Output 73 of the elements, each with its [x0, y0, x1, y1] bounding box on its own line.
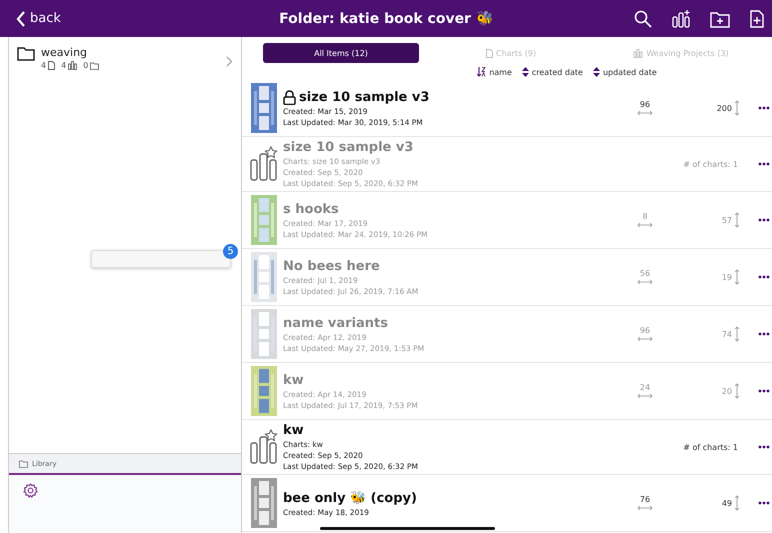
width-icon: [637, 222, 653, 228]
width-value: 96: [640, 100, 650, 109]
chart-icon: [486, 48, 493, 58]
folder-icon: [17, 46, 35, 61]
height-icon: [734, 326, 740, 342]
height-icon: [734, 495, 740, 511]
item-name: size 10 sample v3: [283, 140, 414, 155]
item-name: No bees here: [283, 258, 380, 274]
sort-button[interactable]: created date: [522, 67, 583, 77]
item-count: 4: [61, 61, 66, 70]
width-icon: [637, 505, 653, 511]
height-icon: [734, 269, 740, 285]
chart-count: # of charts: 1: [683, 442, 738, 452]
width-value: 56: [640, 269, 650, 278]
height-value: 19: [722, 272, 732, 282]
new-folder-icon[interactable]: [710, 10, 730, 28]
height-icon: [734, 100, 740, 116]
folder-icon: [90, 62, 100, 70]
folder-title: Folder: katie book cover 🐝: [278, 10, 494, 27]
item-name: name variants: [283, 316, 388, 330]
sort-updown-icon: [522, 67, 529, 77]
width-icon: [637, 279, 653, 285]
sort-button[interactable]: updated date: [592, 67, 657, 77]
width-value: 76: [640, 495, 650, 504]
height-value: 74: [722, 330, 732, 338]
sort-button[interactable]: name: [477, 67, 512, 77]
chart-icon: [48, 61, 56, 70]
height-value: 200: [716, 104, 732, 112]
filter-tab[interactable]: All Items (12): [263, 43, 419, 63]
settings-icon[interactable]: [23, 483, 38, 498]
more-icon[interactable]: [758, 218, 770, 222]
project-icon: [250, 429, 278, 465]
folder-name: weaving: [41, 46, 88, 59]
search-icon[interactable]: [634, 10, 652, 28]
width-icon: [637, 393, 653, 399]
height-value: 20: [722, 386, 732, 396]
more-icon[interactable]: [758, 162, 770, 166]
more-icon[interactable]: [758, 275, 770, 279]
width-icon: [637, 110, 653, 116]
new-chart-icon[interactable]: [750, 10, 764, 28]
height-value: 57: [722, 216, 732, 224]
sort-updown-icon: [592, 67, 600, 77]
sort-az-icon: [477, 67, 486, 77]
folder-item[interactable]: weaving 4 4 0: [9, 37, 241, 70]
item-name: kw: [283, 372, 304, 388]
more-icon[interactable]: [758, 389, 770, 393]
project-icon: [633, 48, 644, 58]
chart-count: # of charts: 1: [683, 160, 738, 168]
more-icon[interactable]: [758, 106, 770, 110]
item-count: 0: [83, 61, 88, 70]
height-icon: [734, 212, 740, 228]
more-icon[interactable]: [758, 332, 770, 336]
project-icon: [68, 61, 78, 70]
project-icon: [250, 146, 278, 182]
height-icon: [734, 383, 740, 399]
back-chevron-icon: [16, 10, 26, 26]
width-value: 24: [640, 383, 650, 392]
more-icon[interactable]: [758, 501, 770, 505]
item-name: kw: [283, 423, 304, 438]
more-icon[interactable]: [758, 445, 770, 449]
item-name: bee only 🐝 (copy): [283, 490, 417, 506]
height-value: 49: [722, 498, 732, 508]
back-button[interactable]: back: [8, 10, 158, 26]
chevron-icon: [226, 56, 233, 67]
folder-icon: [19, 460, 28, 468]
drag-count-badge: 5: [223, 244, 238, 259]
new-project-icon[interactable]: [672, 10, 690, 28]
item-name: s hooks: [283, 202, 339, 216]
item-name: size 10 sample v3: [299, 90, 430, 104]
width-value: 96: [640, 326, 650, 335]
width-icon: [637, 336, 653, 342]
width-value: 8: [642, 212, 648, 221]
item-count: 4: [41, 61, 46, 70]
